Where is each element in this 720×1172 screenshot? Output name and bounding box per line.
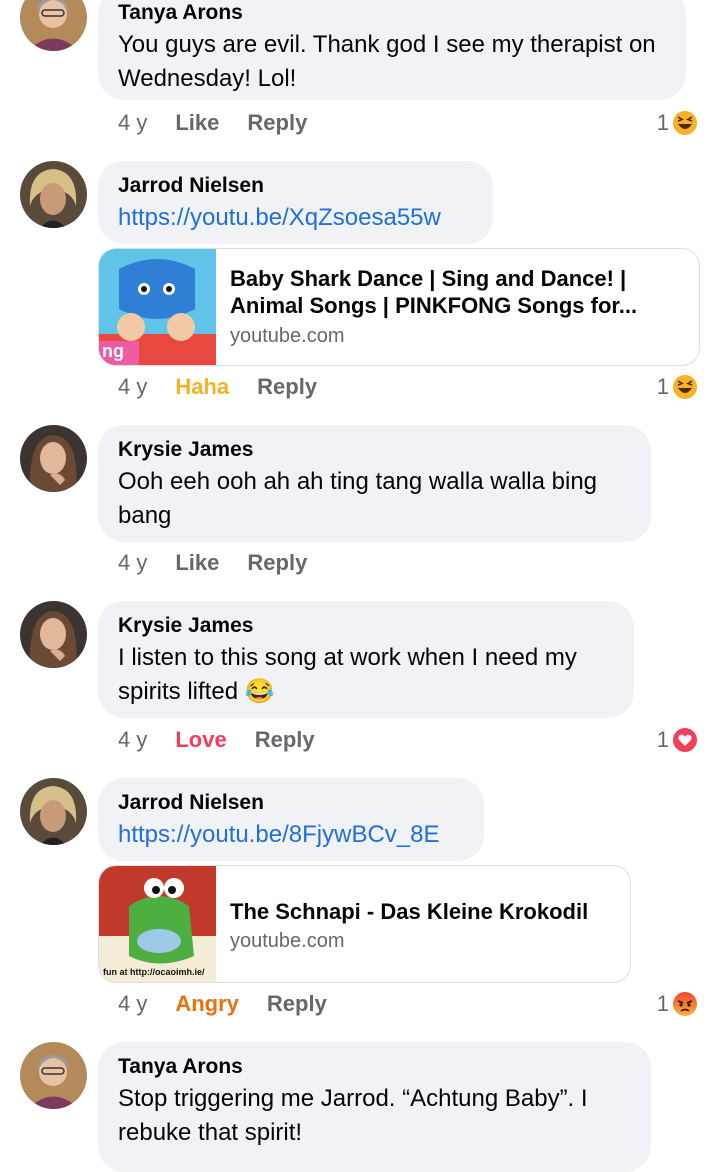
reply-button[interactable]: Reply <box>257 374 317 400</box>
comment-bubble: Krysie James Ooh eeh ooh ah ah ting tang… <box>98 425 651 542</box>
comment-bubble: Jarrod Nielsen https://youtu.be/XqZsoesa… <box>98 161 493 244</box>
reaction-count: 1 <box>656 727 669 752</box>
comment-bubble: Tanya Arons You guys are evil. Thank god… <box>98 0 686 100</box>
avatar[interactable] <box>20 0 87 51</box>
reply-button[interactable]: Reply <box>247 550 307 576</box>
reply-button[interactable]: Reply <box>247 110 307 136</box>
love-button[interactable]: Love <box>175 727 226 753</box>
comment-link[interactable]: https://youtu.be/8FjywBCv_8E <box>118 818 464 852</box>
comment-bubble: Jarrod Nielsen https://youtu.be/8FjywBCv… <box>98 778 484 861</box>
link-title[interactable]: The Schnapi - Das Kleine Krokodil <box>230 898 610 925</box>
reaction-summary[interactable]: 1 <box>657 725 698 755</box>
comment-bubble: Krysie James I listen to this song at wo… <box>98 601 634 718</box>
reaction-count: 1 <box>656 374 669 399</box>
comment-text: Stop triggering me Jarrod. “Achtung Baby… <box>118 1085 588 1146</box>
comment-text: You guys are evil. Thank god I see my th… <box>118 31 656 92</box>
comment-author[interactable]: Jarrod Nielsen <box>118 790 464 816</box>
link-preview-card[interactable]: ng Baby Shark Dance | Sing and Dance! | … <box>98 248 700 366</box>
comment-actions: 4 y Angry Reply <box>118 989 355 1019</box>
comment-bubble: Tanya Arons Stop triggering me Jarrod. “… <box>98 1042 651 1172</box>
comment-age[interactable]: 4 y <box>118 727 147 753</box>
comment-author[interactable]: Tanya Arons <box>118 0 666 26</box>
like-button[interactable]: Like <box>175 110 219 136</box>
comment-actions: 4 y Love Reply <box>118 725 343 755</box>
comment-text: I listen to this song at work when I nee… <box>118 644 577 705</box>
comment-author[interactable]: Krysie James <box>118 613 614 639</box>
reaction-count: 1 <box>656 110 669 135</box>
reply-button[interactable]: Reply <box>267 991 327 1017</box>
link-preview-card[interactable]: fun at http://ocaoimh.ie/ The Schnapi - … <box>98 865 631 983</box>
thumbnail-caption: fun at http://ocaoimh.ie/ <box>103 967 205 977</box>
thumbnail-caption: ng <box>102 341 124 361</box>
comment-age[interactable]: 4 y <box>118 110 147 136</box>
reaction-summary[interactable]: 1 <box>657 989 698 1019</box>
angry-emoji-icon <box>673 992 697 1016</box>
video-thumbnail <box>99 866 216 982</box>
comment-author[interactable]: Tanya Arons <box>118 1054 631 1080</box>
reaction-summary[interactable]: 1 <box>657 108 698 138</box>
comment-age[interactable]: 4 y <box>118 374 147 400</box>
angry-button[interactable]: Angry <box>175 991 239 1017</box>
reply-button[interactable]: Reply <box>255 727 315 753</box>
reaction-summary[interactable]: 1 <box>657 372 698 402</box>
reaction-count: 1 <box>656 991 669 1016</box>
comment-age[interactable]: 4 y <box>118 550 147 576</box>
comment-actions: 4 y Like Reply <box>118 548 335 578</box>
avatar[interactable] <box>20 425 87 492</box>
link-domain: youtube.com <box>230 325 345 347</box>
comment-actions: 4 y Haha Reply <box>118 372 345 402</box>
link-title[interactable]: Baby Shark Dance | Sing and Dance! | Ani… <box>230 265 679 319</box>
haha-button[interactable]: Haha <box>175 374 229 400</box>
link-domain: youtube.com <box>230 930 345 952</box>
laugh-emoji-icon <box>673 111 697 135</box>
comment-age[interactable]: 4 y <box>118 991 147 1017</box>
comment-author[interactable]: Jarrod Nielsen <box>118 173 473 199</box>
avatar[interactable] <box>20 601 87 668</box>
comment-text: Ooh eeh ooh ah ah ting tang walla walla … <box>118 468 598 529</box>
like-button[interactable]: Like <box>175 550 219 576</box>
comment-author[interactable]: Krysie James <box>118 437 631 463</box>
avatar[interactable] <box>20 161 87 228</box>
laugh-emoji-icon <box>673 375 697 399</box>
avatar[interactable] <box>20 1042 87 1109</box>
comment-actions: 4 y Like Reply <box>118 108 335 138</box>
comment-link[interactable]: https://youtu.be/XqZsoesa55w <box>118 201 473 235</box>
avatar[interactable] <box>20 778 87 845</box>
heart-icon <box>673 728 697 752</box>
